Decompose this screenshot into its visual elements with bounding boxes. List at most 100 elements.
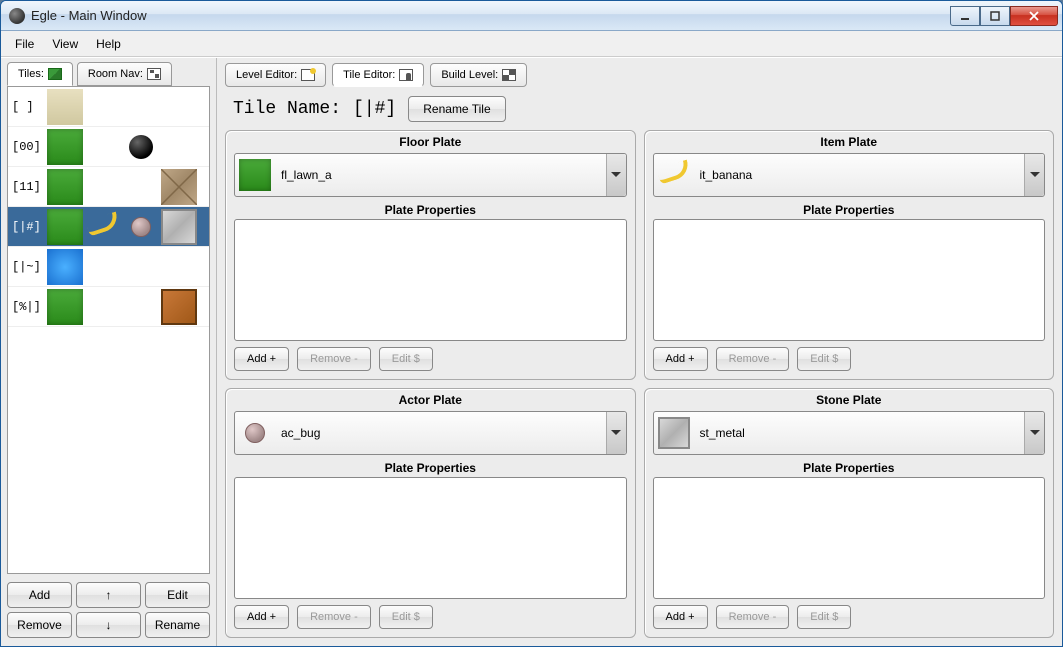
tab-level-editor[interactable]: Level Editor: xyxy=(225,63,326,87)
rename-tile-button[interactable]: Rename Tile xyxy=(408,96,505,122)
tile-name-value: [|#] xyxy=(353,99,396,119)
level-editor-icon xyxy=(301,69,315,81)
tile-code: [|~] xyxy=(8,260,46,274)
tile-name-label: Tile Name: xyxy=(233,99,341,119)
floor-swatch xyxy=(47,249,83,285)
tile-list[interactable]: [ ] [00] [11] xyxy=(7,86,210,574)
plate-title: Stone Plate xyxy=(653,391,1046,411)
menu-view[interactable]: View xyxy=(44,34,86,54)
tab-room-nav[interactable]: Room Nav: xyxy=(77,62,172,86)
add-button[interactable]: Add xyxy=(7,582,72,608)
window-title: Egle - Main Window xyxy=(31,8,950,23)
tiles-icon xyxy=(48,68,62,80)
menu-file[interactable]: File xyxy=(7,34,42,54)
plate-buttons: Add + Remove - Edit $ xyxy=(234,347,627,371)
props-list[interactable] xyxy=(653,477,1046,599)
dropdown-arrow-icon xyxy=(606,412,626,454)
floor-select[interactable]: fl_lawn_a xyxy=(234,153,627,197)
plate-buttons: Add + Remove - Edit $ xyxy=(653,605,1046,629)
prop-edit-button[interactable]: Edit $ xyxy=(379,605,433,629)
actor-plate: Actor Plate ac_bug Plate Properties Add … xyxy=(225,388,636,638)
item-select[interactable]: it_banana xyxy=(653,153,1046,197)
prop-add-button[interactable]: Add + xyxy=(653,347,708,371)
prop-remove-button[interactable]: Remove - xyxy=(716,605,790,629)
plate-buttons: Add + Remove - Edit $ xyxy=(234,605,627,629)
maximize-button[interactable] xyxy=(980,6,1010,26)
floor-plate: Floor Plate fl_lawn_a Plate Properties A… xyxy=(225,130,636,380)
banana-icon xyxy=(89,218,117,236)
metal-swatch-icon xyxy=(658,417,690,449)
app-icon xyxy=(9,8,25,24)
stone-plate: Stone Plate st_metal Plate Properties Ad… xyxy=(644,388,1055,638)
plates-grid: Floor Plate fl_lawn_a Plate Properties A… xyxy=(225,130,1054,638)
select-value: st_metal xyxy=(700,426,745,440)
tile-code: [|#] xyxy=(8,220,46,234)
move-down-button[interactable]: ↓ xyxy=(76,612,141,638)
editor-tabs: Level Editor: Tile Editor: Build Level: xyxy=(225,62,1054,88)
select-value: it_banana xyxy=(700,168,753,182)
actor-select[interactable]: ac_bug xyxy=(234,411,627,455)
tile-row[interactable]: [00] xyxy=(8,127,209,167)
props-title: Plate Properties xyxy=(653,455,1046,477)
prop-edit-button[interactable]: Edit $ xyxy=(797,347,851,371)
rename-button[interactable]: Rename xyxy=(145,612,210,638)
props-title: Plate Properties xyxy=(234,455,627,477)
tile-row[interactable]: [11] xyxy=(8,167,209,207)
prop-edit-button[interactable]: Edit $ xyxy=(379,347,433,371)
content-area: Tiles: Room Nav: [ ] [00] xyxy=(1,57,1062,646)
tile-row[interactable]: [ ] xyxy=(8,87,209,127)
minimize-button[interactable] xyxy=(950,6,980,26)
props-list[interactable] xyxy=(234,477,627,599)
tile-code: [00] xyxy=(8,140,46,154)
tab-tiles[interactable]: Tiles: xyxy=(7,62,73,86)
floor-swatch xyxy=(47,209,83,245)
close-button[interactable] xyxy=(1010,6,1058,26)
prop-edit-button[interactable]: Edit $ xyxy=(797,605,851,629)
prop-remove-button[interactable]: Remove - xyxy=(297,605,371,629)
props-list[interactable] xyxy=(653,219,1046,341)
room-nav-icon xyxy=(147,68,161,80)
remove-button[interactable]: Remove xyxy=(7,612,72,638)
prop-add-button[interactable]: Add + xyxy=(653,605,708,629)
bug-icon xyxy=(131,217,151,237)
tile-row[interactable]: [|~] xyxy=(8,247,209,287)
select-value: ac_bug xyxy=(281,426,320,440)
main-window: Egle - Main Window File View Help Tiles:… xyxy=(0,0,1063,647)
tile-code: [11] xyxy=(8,180,46,194)
sidebar: Tiles: Room Nav: [ ] [00] xyxy=(1,58,217,646)
titlebar[interactable]: Egle - Main Window xyxy=(1,1,1062,31)
floor-swatch xyxy=(47,289,83,325)
tile-code: [ ] xyxy=(8,100,46,114)
plate-title: Item Plate xyxy=(653,133,1046,153)
props-title: Plate Properties xyxy=(653,197,1046,219)
tab-build-level[interactable]: Build Level: xyxy=(430,63,527,87)
menubar: File View Help xyxy=(1,31,1062,57)
main-panel: Level Editor: Tile Editor: Build Level: … xyxy=(217,58,1062,646)
prop-add-button[interactable]: Add + xyxy=(234,605,289,629)
tile-editor-icon xyxy=(399,69,413,81)
tile-code: [%|] xyxy=(8,300,46,314)
menu-help[interactable]: Help xyxy=(88,34,129,54)
grass-swatch-icon xyxy=(239,159,271,191)
stone-swatch xyxy=(161,289,197,325)
props-list[interactable] xyxy=(234,219,627,341)
window-controls xyxy=(950,6,1058,26)
prop-remove-button[interactable]: Remove - xyxy=(716,347,790,371)
edit-button[interactable]: Edit xyxy=(145,582,210,608)
select-value: fl_lawn_a xyxy=(281,168,332,182)
tab-tile-editor[interactable]: Tile Editor: xyxy=(332,63,424,87)
dropdown-arrow-icon xyxy=(606,154,626,196)
tile-name-row: Tile Name: [|#] Rename Tile xyxy=(225,92,1054,126)
move-up-button[interactable]: ↑ xyxy=(76,582,141,608)
floor-swatch xyxy=(47,129,83,165)
stone-swatch xyxy=(161,209,197,245)
plate-buttons: Add + Remove - Edit $ xyxy=(653,347,1046,371)
tile-row[interactable]: [%|] xyxy=(8,287,209,327)
tile-row-selected[interactable]: [|#] xyxy=(8,207,209,247)
stone-select[interactable]: st_metal xyxy=(653,411,1046,455)
sidebar-tabs: Tiles: Room Nav: xyxy=(1,58,216,86)
prop-add-button[interactable]: Add + xyxy=(234,347,289,371)
plate-title: Actor Plate xyxy=(234,391,627,411)
floor-swatch xyxy=(47,169,83,205)
prop-remove-button[interactable]: Remove - xyxy=(297,347,371,371)
